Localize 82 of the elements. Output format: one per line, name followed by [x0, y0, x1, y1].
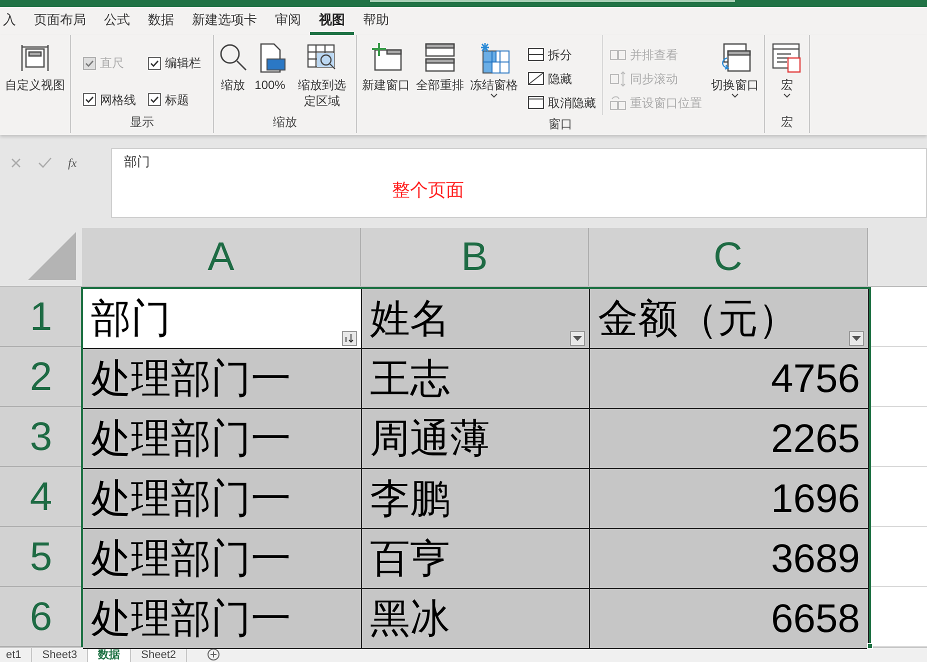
group-label: 显示	[130, 114, 154, 131]
checkmark-icon	[150, 95, 159, 104]
ribbon-button[interactable]: 全部重排	[413, 35, 467, 115]
ribbon-button[interactable]: 宏	[767, 35, 807, 111]
caret-icon	[490, 93, 498, 98]
row-header[interactable]: 5	[0, 527, 82, 587]
ribbon-tab[interactable]: 页面布局	[25, 7, 95, 35]
caret-icon	[783, 93, 791, 98]
ribbon-button[interactable]: 自定义视图	[2, 35, 68, 111]
ribbon-button[interactable]: 缩放	[216, 35, 250, 111]
filter-button[interactable]	[570, 331, 585, 346]
ribbon-icon	[609, 70, 627, 88]
ribbon-tab[interactable]: 新建选项卡	[183, 7, 266, 35]
group-label: 宏	[781, 114, 793, 131]
ribbon-button[interactable]: 100%	[250, 35, 290, 111]
table-cell: 2265	[590, 409, 869, 469]
table-cell: 处理部门一	[83, 529, 362, 589]
ribbon-tab[interactable]: 入	[0, 7, 25, 35]
ribbon-icon	[527, 46, 545, 64]
row-header[interactable]: 4	[0, 467, 82, 527]
annotation-text: 整个页面	[392, 179, 464, 202]
sheet-tab[interactable]: 数据	[88, 648, 132, 662]
table-cell: 1696	[590, 469, 869, 529]
table-cell: 黑冰	[362, 589, 590, 649]
checkbox-option[interactable]: 标题	[148, 88, 201, 111]
sheet-tab[interactable]: et1	[0, 648, 32, 662]
table-cell: 4756	[590, 349, 869, 409]
sheet-tab[interactable]: Sheet2	[131, 648, 188, 662]
table-cell: 处理部门一	[83, 349, 362, 409]
table-cell: 王志	[362, 349, 590, 409]
formula-field[interactable]: 部门 整个页面	[111, 148, 927, 218]
column-header[interactable]: C	[589, 228, 868, 286]
checkbox[interactable]	[148, 93, 161, 106]
table-cell: 处理部门一	[83, 469, 362, 529]
table-cell: 周通薄	[362, 409, 590, 469]
fill-handle[interactable]	[867, 643, 873, 649]
ribbon-button[interactable]: 冻结窗格	[467, 35, 521, 115]
row-header[interactable]: 2	[0, 347, 82, 407]
sort-icon	[344, 333, 355, 344]
checkmark-icon	[85, 95, 94, 104]
insert-function-button[interactable]: fx	[68, 154, 77, 172]
ribbon-button[interactable]: 隐藏	[527, 67, 596, 91]
ribbon-icon	[527, 94, 545, 112]
column-header[interactable]: B	[361, 228, 589, 286]
checkmark-icon	[150, 58, 159, 68]
table-cell: 李鹏	[362, 469, 590, 529]
filter-button[interactable]	[342, 331, 357, 346]
ribbon-tab[interactable]: 帮助	[354, 7, 398, 35]
checkbox[interactable]	[148, 56, 161, 70]
checkbox-option[interactable]: 网格线	[83, 88, 136, 111]
filter-button[interactable]	[849, 331, 864, 346]
checkmark-icon	[85, 58, 94, 68]
group-label: 窗口	[548, 116, 572, 133]
ribbon-button[interactable]: 新建窗口	[359, 35, 413, 115]
checkbox-option[interactable]: 编辑栏	[148, 52, 201, 74]
ribbon-icon	[527, 70, 545, 88]
row-header[interactable]: 6	[0, 587, 82, 647]
dropdown-icon	[852, 336, 861, 341]
row-header[interactable]: 1	[0, 287, 82, 347]
ribbon-button[interactable]: 取消隐藏	[527, 91, 596, 115]
table-cell: 6658	[590, 589, 869, 649]
table-cell: 金额（元）	[590, 289, 869, 349]
table-cell: 3689	[590, 529, 869, 589]
column-header[interactable]: A	[82, 228, 361, 286]
ribbon-button[interactable]: 拆分	[527, 43, 596, 67]
table-cell: 处理部门一	[83, 589, 362, 649]
add-sheet-icon[interactable]	[207, 648, 220, 661]
table-cell: 处理部门一	[83, 409, 362, 469]
table-cell: 百亨	[362, 529, 590, 589]
table-cell: 部门	[83, 289, 362, 349]
ribbon-button[interactable]: 切换窗口	[708, 35, 762, 115]
caret-icon	[731, 93, 739, 98]
table-cell: 姓名	[362, 289, 590, 349]
ribbon-tab[interactable]: 公式	[95, 7, 139, 35]
ribbon-button[interactable]: 缩放到选定区域	[290, 35, 354, 111]
ribbon-tab[interactable]: 数据	[139, 7, 183, 35]
dropdown-icon	[573, 336, 582, 341]
row-header[interactable]: 3	[0, 407, 82, 467]
checkbox[interactable]	[83, 93, 96, 106]
group-label: 缩放	[273, 114, 297, 131]
ribbon-icon	[609, 94, 627, 112]
ribbon-tab[interactable]: 审阅	[266, 7, 310, 35]
